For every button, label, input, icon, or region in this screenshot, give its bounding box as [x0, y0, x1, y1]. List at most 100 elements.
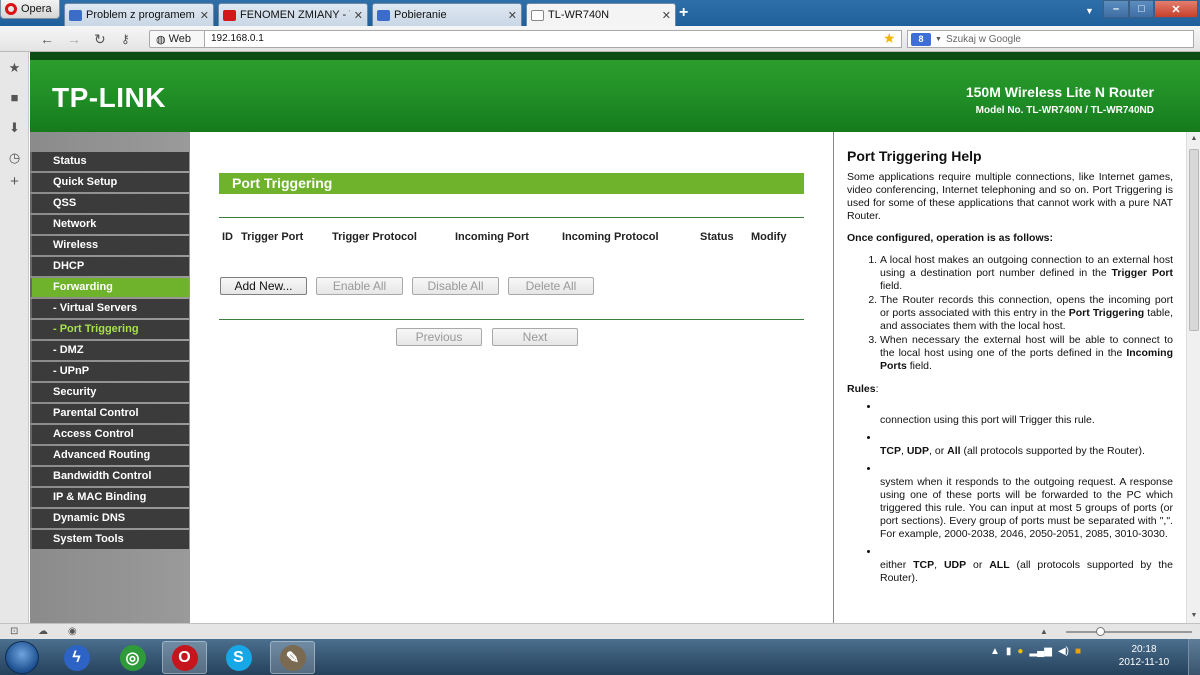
help-steps-list: A local host makes an outgoing connectio… — [847, 254, 1173, 373]
left-menu: Status Quick Setup QSS Network Wireless … — [30, 132, 190, 623]
tp-link-logo: TP-LINK — [52, 82, 166, 113]
scroll-down-arrow-icon[interactable]: ▼ — [1187, 609, 1200, 623]
help-title: Port Triggering Help — [847, 148, 982, 164]
menu-item-ip-mac-binding[interactable]: IP & MAC Binding — [30, 488, 189, 507]
search-input[interactable]: 8 ▼ Szukaj w Google — [907, 30, 1194, 48]
enable-all-button[interactable]: Enable All — [316, 277, 403, 295]
zoom-up-icon[interactable]: ▲ — [1040, 627, 1048, 636]
volume-icon[interactable]: ◀) — [1058, 646, 1069, 657]
reload-icon[interactable]: ↻ — [94, 31, 106, 48]
close-tab-icon[interactable]: ✕ — [354, 9, 363, 22]
panel-toggle-icon[interactable]: ⊡ — [10, 626, 18, 637]
menu-item-upnp[interactable]: - UPnP — [30, 362, 189, 381]
back-arrow-icon[interactable]: ← — [40, 31, 54, 47]
help-step: A local host makes an outgoing connectio… — [880, 254, 1173, 293]
skype-icon: S — [225, 644, 252, 671]
turbo-cloud-icon[interactable]: ☁ — [38, 626, 48, 637]
close-tab-icon[interactable]: ✕ — [508, 9, 517, 22]
menu-item-dmz[interactable]: - DMZ — [30, 341, 189, 360]
help-rule: TCP, UDP, or All (all protocols supporte… — [880, 432, 1173, 458]
web-security-badge[interactable]: ◍ Web — [149, 30, 205, 48]
downloads-icon[interactable]: ⬇ — [7, 120, 22, 135]
column-header-status: Status — [700, 231, 734, 243]
menu-item-advanced-routing[interactable]: Advanced Routing — [30, 446, 189, 465]
tab-fenomen-zmiany[interactable]: FENOMEN ZMIANY - Y... ✕ — [218, 3, 368, 26]
delete-all-button[interactable]: Delete All — [508, 277, 594, 295]
history-clock-icon[interactable]: ◷ — [7, 150, 22, 165]
signal-strength-icon[interactable]: ▂▄▆ — [1029, 646, 1051, 657]
taskbar-app-skype[interactable]: S — [216, 641, 261, 674]
web-label: Web — [168, 33, 192, 45]
menu-item-dynamic-dns[interactable]: Dynamic DNS — [30, 509, 189, 528]
scroll-up-arrow-icon[interactable]: ▲ — [1187, 132, 1200, 146]
menu-item-access-control[interactable]: Access Control — [30, 425, 189, 444]
key-icon[interactable]: ⚷ — [121, 32, 130, 46]
close-window-button[interactable]: ✕ — [1154, 0, 1198, 18]
menu-item-bandwidth-control[interactable]: Bandwidth Control — [30, 467, 189, 486]
zoom-slider[interactable] — [1066, 627, 1192, 636]
taskbar-clock[interactable]: 20:18 2012-11-10 — [1116, 643, 1172, 669]
search-dropdown-icon[interactable]: ▼ — [935, 36, 942, 43]
previous-button[interactable]: Previous — [396, 328, 482, 346]
menu-item-security[interactable]: Security — [30, 383, 189, 402]
menu-item-qss[interactable]: QSS — [30, 194, 189, 213]
taskbar-app-opera[interactable]: O — [162, 641, 207, 674]
clock-time: 20:18 — [1131, 644, 1157, 655]
usb-device-icon[interactable]: ▮ — [1006, 646, 1012, 657]
forward-arrow-icon[interactable]: → — [67, 31, 81, 47]
show-desktop-button[interactable] — [1188, 639, 1200, 675]
disable-all-button[interactable]: Disable All — [412, 277, 499, 295]
column-header-incoming-port: Incoming Port — [455, 231, 529, 243]
menu-item-status[interactable]: Status — [30, 152, 189, 171]
clock-date: 2012-11-10 — [1118, 657, 1170, 668]
security-shield-icon[interactable]: ■ — [1075, 646, 1081, 657]
add-panel-plus-icon[interactable]: + — [7, 174, 22, 189]
zoom-slider-knob[interactable] — [1096, 627, 1105, 636]
minimize-button[interactable]: – — [1103, 0, 1129, 18]
help-configured-heading: Once configured, operation is as follows… — [847, 232, 1053, 244]
opera-menu-label: Opera — [21, 3, 52, 15]
menu-item-port-triggering[interactable]: - Port Triggering — [30, 320, 189, 339]
forum-favicon-icon — [69, 9, 82, 21]
gimp-icon: ✎ — [279, 644, 306, 671]
taskbar-app-gimp[interactable]: ✎ — [270, 641, 315, 674]
menu-item-parental-control[interactable]: Parental Control — [30, 404, 189, 423]
bookmark-star-icon[interactable]: ★ — [883, 30, 896, 47]
menu-item-virtual-servers[interactable]: - Virtual Servers — [30, 299, 189, 318]
notes-icon[interactable]: ■ — [7, 90, 22, 105]
opera-menu-button[interactable]: Opera — [0, 0, 60, 19]
help-step: When necessary the external host will be… — [880, 334, 1173, 373]
close-tab-icon[interactable]: ✕ — [662, 9, 671, 22]
taskbar-app-network[interactable]: ◎ — [110, 641, 155, 674]
help-rule: either TCP, UDP or ALL (all protocols su… — [880, 546, 1173, 585]
tab-problem-z-programem[interactable]: Problem z programem ... ✕ — [64, 3, 214, 26]
help-scrollbar[interactable]: ▲ ▼ — [1186, 132, 1200, 623]
tray-expand-icon[interactable]: ▲ — [990, 646, 1000, 657]
scrollbar-thumb[interactable] — [1189, 149, 1199, 331]
menu-item-system-tools[interactable]: System Tools — [30, 530, 189, 549]
download-favicon-icon — [377, 9, 390, 21]
maximize-button[interactable]: □ — [1129, 0, 1154, 18]
tab-list-chevron-icon[interactable]: ▼ — [1085, 6, 1094, 16]
messenger-icon[interactable]: ● — [1017, 646, 1023, 657]
new-tab-plus-icon[interactable]: + — [679, 4, 688, 22]
search-placeholder: Szukaj w Google — [945, 33, 1021, 45]
menu-item-network[interactable]: Network — [30, 215, 189, 234]
taskbar-app-flashget[interactable]: ϟ — [54, 641, 99, 674]
menu-item-dhcp[interactable]: DHCP — [30, 257, 189, 276]
add-new-button[interactable]: Add New... — [220, 277, 307, 295]
speed-dial-icon[interactable]: ◉ — [68, 626, 77, 637]
next-button[interactable]: Next — [492, 328, 578, 346]
menu-item-forwarding[interactable]: Forwarding — [30, 278, 189, 297]
start-button[interactable] — [5, 641, 39, 674]
google-search-engine-icon[interactable]: 8 — [911, 32, 931, 46]
help-rules-list: connection using this port will Trigger … — [847, 401, 1173, 585]
router-admin-page: TP-LINK 150M Wireless Lite N Router Mode… — [30, 52, 1200, 623]
menu-item-quick-setup[interactable]: Quick Setup — [30, 173, 189, 192]
menu-item-wireless[interactable]: Wireless — [30, 236, 189, 255]
close-tab-icon[interactable]: ✕ — [200, 9, 209, 22]
tab-tl-wr740n[interactable]: TL-WR740N ✕ — [526, 3, 676, 26]
bookmarks-star-icon[interactable]: ★ — [7, 60, 22, 75]
url-input[interactable]: 192.168.0.1 — [205, 30, 902, 48]
tab-pobieranie[interactable]: Pobieranie ✕ — [372, 3, 522, 26]
